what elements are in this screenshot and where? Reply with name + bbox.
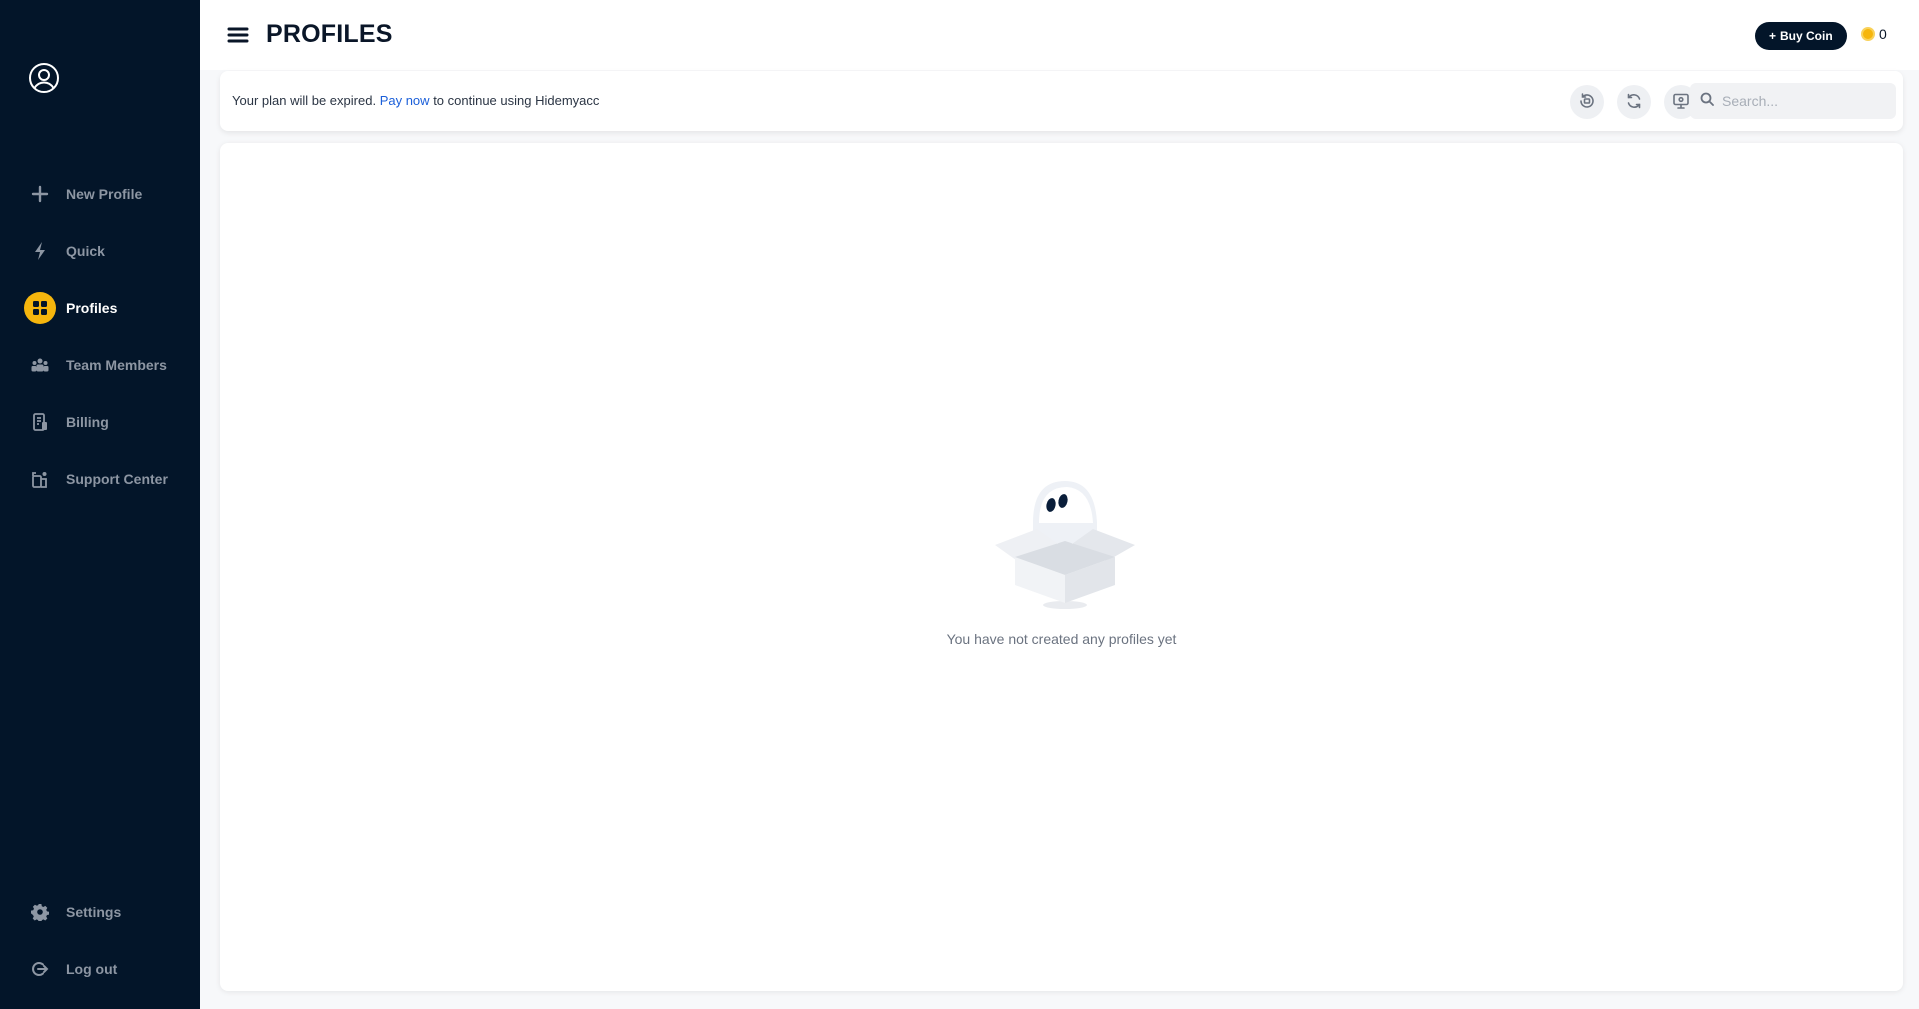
support-icon — [24, 463, 56, 495]
refresh-button[interactable] — [1617, 85, 1651, 119]
plus-icon: + — [1769, 29, 1777, 43]
empty-state-message: You have not created any profiles yet — [946, 631, 1177, 647]
sidebar-item-label: Support Center — [66, 471, 168, 487]
lightning-icon — [24, 235, 56, 267]
history-icon — [1578, 92, 1596, 113]
plan-expiry-notice: Your plan will be expired. Pay now to co… — [232, 93, 599, 108]
sidebar-item-team-members[interactable]: Team Members — [24, 349, 194, 381]
notice-toolbar: Your plan will be expired. Pay now to co… — [220, 71, 1903, 131]
sidebar-item-new-profile[interactable]: New Profile — [24, 178, 194, 210]
billing-icon — [24, 406, 56, 438]
grid-icon — [24, 292, 56, 324]
profiles-content: You have not created any profiles yet — [220, 143, 1903, 991]
sidebar-item-settings[interactable]: Settings — [24, 896, 194, 928]
search-icon — [1700, 92, 1714, 111]
app-root: New Profile Quick Profiles Team Members … — [0, 0, 1919, 1009]
search-box — [1690, 83, 1896, 119]
team-icon — [24, 349, 56, 381]
sidebar-item-label: Billing — [66, 414, 109, 430]
restore-button[interactable] — [1570, 85, 1604, 119]
logout-icon — [24, 953, 56, 985]
sidebar-item-log-out[interactable]: Log out — [24, 953, 194, 985]
hamburger-menu-icon[interactable] — [227, 24, 249, 46]
user-avatar-icon[interactable] — [28, 62, 60, 94]
coin-icon — [1861, 27, 1875, 41]
monitor-settings-icon — [1672, 92, 1690, 113]
coin-balance-value: 0 — [1879, 26, 1887, 42]
sidebar-item-label: New Profile — [66, 186, 143, 202]
sidebar-item-support-center[interactable]: Support Center — [24, 463, 194, 495]
sidebar-item-billing[interactable]: Billing — [24, 406, 194, 438]
notice-suffix: to continue using Hidemyacc — [433, 93, 600, 108]
refresh-icon — [1625, 92, 1643, 113]
sidebar-item-label: Team Members — [66, 357, 167, 373]
sidebar-item-label: Settings — [66, 904, 122, 920]
search-input[interactable] — [1722, 93, 1892, 109]
buy-coin-label: Buy Coin — [1780, 29, 1833, 43]
main-area: PROFILES + Buy Coin 0 Your plan will be … — [200, 0, 1919, 1009]
sidebar-item-label: Quick — [66, 243, 105, 259]
sidebar-item-label: Profiles — [66, 300, 118, 316]
coin-balance: 0 — [1861, 26, 1887, 42]
buy-coin-button[interactable]: + Buy Coin — [1755, 22, 1847, 50]
empty-box-ghost-illustration — [975, 463, 1155, 613]
sidebar-item-label: Log out — [66, 961, 118, 977]
sidebar-item-profiles[interactable]: Profiles — [24, 292, 194, 324]
notice-prefix: Your plan will be expired. — [232, 93, 377, 108]
gear-icon — [24, 896, 56, 928]
page-title: PROFILES — [266, 20, 393, 48]
plus-icon — [24, 178, 56, 210]
sidebar-item-quick[interactable]: Quick — [24, 235, 194, 267]
sidebar: New Profile Quick Profiles Team Members … — [0, 0, 200, 1009]
pay-now-link[interactable]: Pay now — [380, 93, 430, 108]
top-bar: PROFILES + Buy Coin 0 — [200, 0, 1919, 70]
